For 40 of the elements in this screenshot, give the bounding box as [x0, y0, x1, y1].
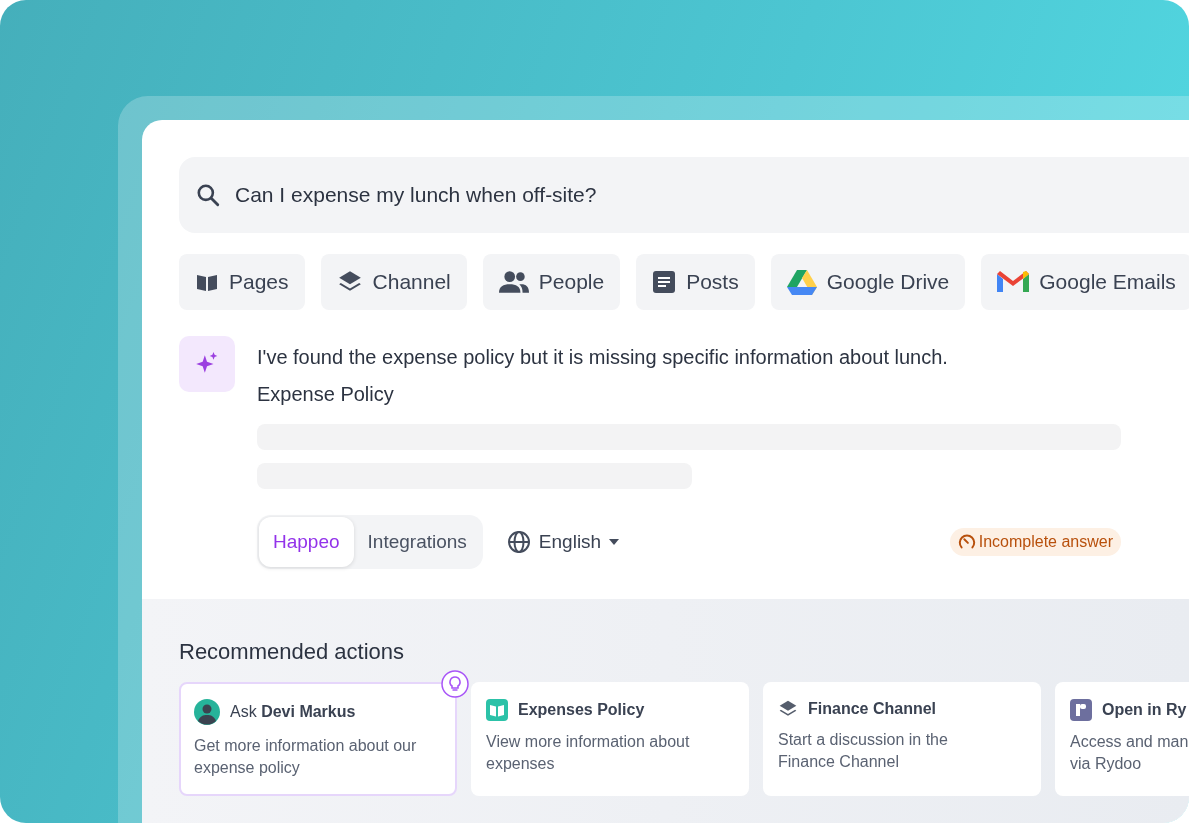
- gauge-icon: [957, 533, 976, 551]
- action-card[interactable]: Open in Ry Access and man via Rydoo: [1055, 682, 1189, 796]
- source-filter-chip[interactable]: Channel: [320, 254, 467, 310]
- app-logo-icon: [1070, 699, 1092, 721]
- section-heading: Recommended actions: [179, 639, 405, 665]
- card-description: View more information about expenses: [486, 732, 691, 774]
- card-title: Open in Ry: [1102, 701, 1187, 719]
- source-filter-chip[interactable]: Posts: [636, 254, 755, 310]
- book-icon: [486, 699, 508, 721]
- card-title: Expenses Policy: [518, 701, 645, 719]
- search-icon: [195, 182, 221, 208]
- answer-text: I've found the expense policy but it is missing specific information about lunch.: [257, 346, 949, 369]
- action-card[interactable]: Ask Devi Markus Get more information about our expense policy: [179, 682, 457, 796]
- answer-source-title: Expense Policy: [257, 383, 395, 406]
- source-filter-chip[interactable]: People: [482, 254, 621, 310]
- scope-tab[interactable]: Integrations: [353, 517, 481, 567]
- envelope-m-icon: [997, 270, 1030, 294]
- action-card[interactable]: Expenses Policy View more information about expenses: [471, 682, 749, 796]
- language-dropdown[interactable]: English: [500, 529, 626, 555]
- source-filter-chip[interactable]: Pages: [179, 254, 305, 310]
- scope-tab[interactable]: Happeo: [259, 517, 354, 567]
- caret-down-icon: [609, 539, 620, 545]
- source-filter-chip[interactable]: Google Emails: [981, 254, 1189, 310]
- status-badge: Incomplete answer: [949, 528, 1121, 556]
- avatar-icon: [194, 699, 220, 725]
- search-field[interactable]: Can I expense my lunch when off-site?: [233, 182, 1189, 208]
- action-card[interactable]: Finance Channel Start a discussion in the Finance Channel: [763, 682, 1041, 796]
- lightbulb-badge-icon: [441, 670, 469, 698]
- ai-sparkle-icon: [179, 336, 235, 392]
- card-description: Get more information about our expense policy: [194, 736, 418, 778]
- globe-icon: [506, 530, 531, 554]
- search-bar[interactable]: Can I expense my lunch when off-site?: [179, 157, 1189, 233]
- document-icon: [652, 270, 677, 294]
- card-title: Finance Channel: [808, 700, 937, 718]
- card-title: Ask Devi Markus: [230, 703, 356, 721]
- drive-triangle-icon: [786, 269, 817, 295]
- people-icon: [498, 270, 529, 294]
- card-description: Access and man via Rydoo: [1070, 732, 1189, 774]
- source-filter-chip[interactable]: Google Drive: [770, 254, 966, 310]
- card-description: Start a discussion in the Finance Channel: [778, 730, 949, 772]
